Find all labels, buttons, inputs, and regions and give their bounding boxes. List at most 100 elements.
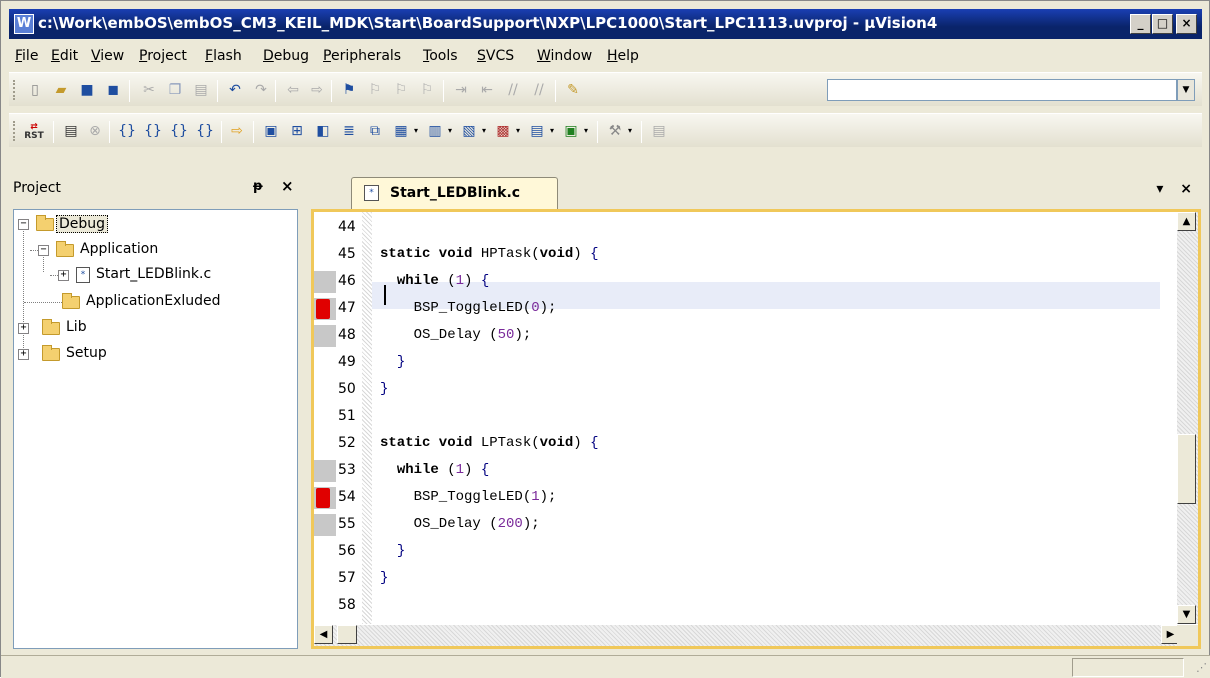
menu-window[interactable]: Window (537, 48, 592, 64)
code-line[interactable]: } (380, 543, 1160, 559)
find-input[interactable] (827, 79, 1177, 101)
registers-window-icon[interactable]: ≣ (339, 122, 359, 140)
menu-help[interactable]: Help (607, 48, 639, 64)
menu-svcs[interactable]: SVCS (477, 48, 514, 64)
vertical-scrollbar[interactable]: ▲ ▼ (1177, 212, 1198, 624)
paste-icon[interactable]: ▤ (191, 81, 211, 99)
expand-icon[interactable]: + (18, 349, 29, 360)
step-over-icon[interactable]: {} (143, 122, 163, 140)
memory-window-icon[interactable]: ▥ (425, 122, 445, 140)
toolbar-grip[interactable] (13, 80, 16, 100)
toolbar-grip[interactable] (13, 121, 16, 141)
redo-icon[interactable]: ↷ (251, 81, 271, 99)
line-gutter[interactable]: 44454647484950515253545556575859 (314, 212, 372, 640)
maximize-button[interactable]: □ (1152, 14, 1173, 34)
code-line[interactable]: } (380, 570, 1160, 586)
scroll-thumb-h[interactable] (337, 625, 357, 644)
undo-icon[interactable]: ↶ (225, 81, 245, 99)
serial-window-icon[interactable]: ▧ (459, 122, 479, 140)
expand-icon[interactable]: + (18, 323, 29, 334)
chevron-down-icon[interactable]: ▾ (513, 122, 523, 140)
uncomment-icon[interactable]: // (529, 81, 549, 99)
next-bookmark-icon[interactable]: ⚐ (391, 81, 411, 99)
menu-flash[interactable]: Flash (205, 48, 242, 64)
code-line[interactable]: while (1) { (380, 273, 1160, 289)
copy-icon[interactable]: ❐ (165, 81, 185, 99)
watch-window-icon[interactable]: ▦ (391, 122, 411, 140)
trace-window-icon[interactable]: ▤ (527, 122, 547, 140)
chevron-down-icon[interactable]: ▾ (479, 122, 489, 140)
prev-bookmark-icon[interactable]: ⚐ (365, 81, 385, 99)
code-line[interactable]: } (380, 354, 1160, 370)
menu-edit[interactable]: Edit (51, 48, 78, 64)
title-bar[interactable]: W c:\Work\embOS\embOS_CM3_KEIL_MDK\Start… (9, 9, 1202, 39)
analysis-window-icon[interactable]: ▩ (493, 122, 513, 140)
open-icon[interactable]: ▰ (51, 81, 71, 99)
code-editor[interactable]: 44454647484950515253545556575859 static … (311, 209, 1201, 649)
collapse-icon[interactable]: − (18, 219, 29, 230)
horizontal-scrollbar[interactable]: ◀ ▶ (314, 625, 1180, 646)
code-line[interactable]: while (1) { (380, 462, 1160, 478)
menu-view[interactable]: View (91, 48, 124, 64)
minimize-button[interactable]: _ (1130, 14, 1151, 34)
run-icon[interactable]: ▤ (61, 122, 81, 140)
scroll-up-icon[interactable]: ▲ (1177, 212, 1196, 231)
scroll-thumb[interactable] (1177, 434, 1196, 504)
run-to-cursor-icon[interactable]: {} (195, 122, 215, 140)
step-into-icon[interactable]: {} (117, 122, 137, 140)
close-icon[interactable]: × (281, 177, 294, 195)
cut-icon[interactable]: ✂ (139, 81, 159, 99)
code-line[interactable]: OS_Delay (200); (380, 516, 1160, 532)
nav-back-icon[interactable]: ⇦ (283, 81, 303, 99)
menu-file[interactable]: File (15, 48, 38, 64)
call-stack-icon[interactable]: ⧉ (365, 122, 385, 140)
menu-tools[interactable]: Tools (423, 48, 458, 64)
tab-start-ledblink[interactable]: * Start_LEDBlink.c (351, 177, 558, 209)
code-line[interactable]: static void LPTask(void) { (380, 435, 1160, 451)
chevron-down-icon[interactable]: ▼ (1177, 79, 1195, 101)
resize-grip-icon[interactable]: ⋰ (1196, 661, 1207, 674)
symbols-window-icon[interactable]: ◧ (313, 122, 333, 140)
close-icon[interactable]: × (1180, 181, 1192, 197)
code-line[interactable]: } (380, 381, 1160, 397)
menu-peripherals[interactable]: Peripherals (323, 48, 401, 64)
show-next-statement-icon[interactable]: ⇨ (227, 122, 247, 140)
disassembly-window-icon[interactable]: ⊞ (287, 122, 307, 140)
bookmark-icon[interactable]: ⚑ (339, 81, 359, 99)
unindent-icon[interactable]: ⇤ (477, 81, 497, 99)
comment-icon[interactable]: // (503, 81, 523, 99)
code-line[interactable]: BSP_ToggleLED(1); (380, 489, 1160, 505)
save-all-icon[interactable]: ◼ (103, 81, 123, 99)
clear-bookmarks-icon[interactable]: ⚐ (417, 81, 437, 99)
nav-forward-icon[interactable]: ⇨ (307, 81, 327, 99)
close-button[interactable]: × (1176, 14, 1197, 34)
scroll-left-icon[interactable]: ◀ (314, 625, 333, 644)
toolbox-icon[interactable]: ⚒ (605, 122, 625, 140)
tab-menu-icon[interactable]: ▾ (1156, 181, 1163, 197)
save-icon[interactable]: ■ (77, 81, 97, 99)
step-out-icon[interactable]: {} (169, 122, 189, 140)
breakpoint-icon[interactable] (316, 488, 330, 508)
find-combo[interactable]: ▼ (827, 79, 1195, 101)
new-file-icon[interactable]: ▯ (25, 81, 45, 99)
reset-icon[interactable]: ⇄ RST (21, 122, 47, 141)
debug-restore-views-icon[interactable]: ▤ (649, 122, 669, 140)
system-viewer-icon[interactable]: ▣ (561, 122, 581, 140)
chevron-down-icon[interactable]: ▾ (581, 122, 591, 140)
breakpoint-icon[interactable] (316, 299, 330, 319)
chevron-down-icon[interactable]: ▾ (445, 122, 455, 140)
pin-icon[interactable]: ᵽ (253, 179, 263, 194)
expand-icon[interactable]: + (58, 270, 69, 281)
find-in-files-icon[interactable]: ✎ (563, 81, 583, 99)
menu-debug[interactable]: Debug (263, 48, 309, 64)
code-line[interactable]: OS_Delay (50); (380, 327, 1160, 343)
stop-icon[interactable]: ⊗ (85, 122, 105, 140)
code-line[interactable]: BSP_ToggleLED(0); (380, 300, 1160, 316)
chevron-down-icon[interactable]: ▾ (547, 122, 557, 140)
code-line[interactable]: static void HPTask(void) { (380, 246, 1160, 262)
chevron-down-icon[interactable]: ▾ (411, 122, 421, 140)
command-window-icon[interactable]: ▣ (261, 122, 281, 140)
scroll-down-icon[interactable]: ▼ (1177, 605, 1196, 624)
app-icon[interactable]: W (14, 14, 34, 34)
chevron-down-icon[interactable]: ▾ (625, 122, 635, 140)
